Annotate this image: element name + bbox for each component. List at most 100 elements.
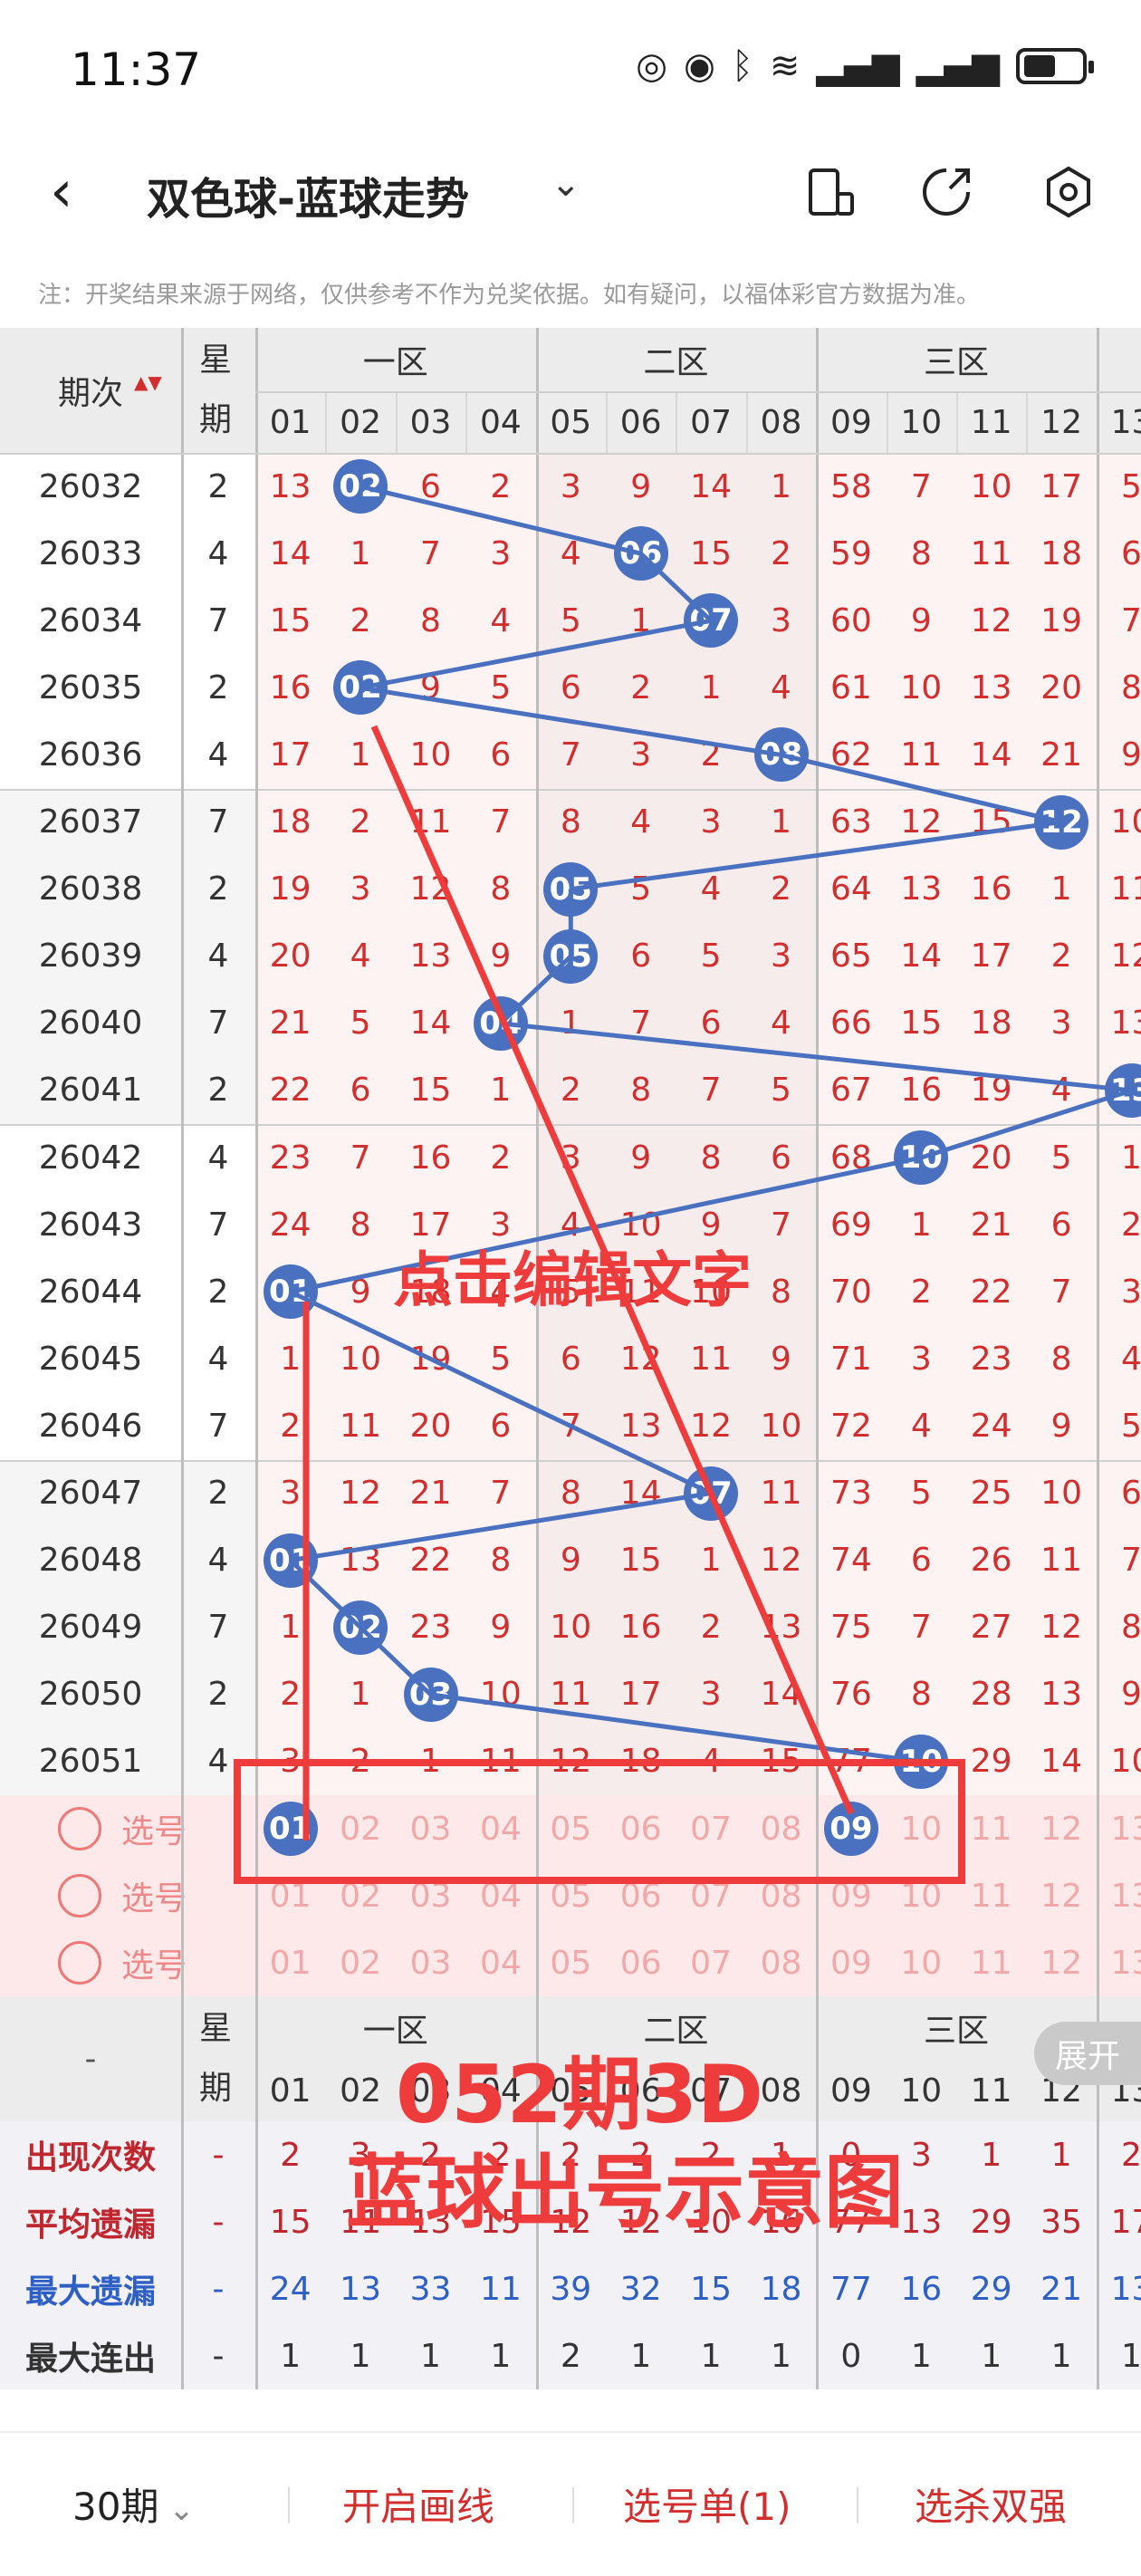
miss-value: 24 <box>970 1407 1012 1445</box>
pick-number[interactable]: 13 <box>1097 1929 1141 1996</box>
pick-number[interactable]: 10 <box>887 1795 956 1862</box>
pick-number[interactable]: 11 <box>956 1862 1026 1929</box>
pick-number[interactable]: 08 <box>746 1929 816 1996</box>
pick-number[interactable]: 11 <box>956 1929 1026 1996</box>
miss-value: 1 <box>350 1676 371 1714</box>
pick-number[interactable]: 01 <box>255 1862 325 1929</box>
pick-number[interactable]: 06 <box>606 1795 676 1862</box>
back-icon[interactable]: ‹ <box>50 160 104 224</box>
pick-number[interactable]: 11 <box>956 1795 1026 1862</box>
stat-value: 1 <box>420 2337 441 2375</box>
miss-value: 63 <box>829 803 872 841</box>
issue-cell: 26047 <box>38 1475 143 1513</box>
pick-number[interactable]: 12 <box>1026 1795 1096 1862</box>
pick-label[interactable]: 选号 <box>109 1862 199 1929</box>
issue-cell: 26046 <box>38 1407 143 1445</box>
miss-value: 62 <box>829 735 872 774</box>
pick-number[interactable]: 12 <box>1026 1929 1096 1996</box>
miss-value: 2 <box>771 870 791 908</box>
kill-button[interactable]: 选杀双强 <box>915 2476 1067 2532</box>
miss-value: 2 <box>280 1407 302 1445</box>
miss-value: 8 <box>1121 668 1141 706</box>
selected-ball[interactable]: 01 <box>263 1802 318 1856</box>
issue-cell: 26034 <box>38 601 143 639</box>
pick-list-button[interactable]: 选号单(1) <box>623 2476 791 2532</box>
pick-number[interactable]: 02 <box>325 1862 395 1929</box>
pick-label[interactable]: 选号 <box>109 1795 199 1862</box>
sort-icon[interactable]: ▲▼ <box>134 373 162 409</box>
radio-circle[interactable] <box>58 1807 101 1850</box>
pick-number[interactable]: 07 <box>676 1929 745 1996</box>
miss-value: 12 <box>900 803 943 841</box>
pick-number[interactable]: 06 <box>606 1862 676 1929</box>
miss-value: 2 <box>490 1139 512 1177</box>
pick-number[interactable]: 02 <box>325 1929 395 1996</box>
miss-value: 77 <box>829 1743 872 1781</box>
stat-value: 1 <box>350 2337 371 2375</box>
miss-value: 2 <box>490 467 512 505</box>
pick-number[interactable]: 05 <box>536 1795 606 1862</box>
selected-ball[interactable]: 09 <box>823 1802 878 1856</box>
pick-number[interactable]: 08 <box>746 1795 816 1862</box>
pick-number[interactable]: 04 <box>465 1862 535 1929</box>
share-icon[interactable] <box>917 163 975 221</box>
stat-value: 15 <box>690 2270 732 2308</box>
chevron-down-icon[interactable]: ⌄ <box>551 163 581 205</box>
pick-number[interactable]: 03 <box>396 1862 465 1929</box>
pick-number[interactable]: 05 <box>536 1929 606 1996</box>
pick-number[interactable]: 07 <box>676 1795 745 1862</box>
pick-number[interactable]: 06 <box>606 1929 676 1996</box>
period-select[interactable]: 30期 ⌄ <box>72 2476 195 2532</box>
pick-number[interactable]: 08 <box>746 1862 816 1929</box>
zone-header: 三区 <box>923 344 989 381</box>
miss-value: 4 <box>700 1743 722 1781</box>
pick-number[interactable]: 01 <box>255 1929 325 1996</box>
pick-number[interactable]: 13 <box>1097 1862 1141 1929</box>
miss-value: 2 <box>1121 1206 1141 1244</box>
miss-value: 5 <box>1121 1407 1141 1445</box>
pick-number[interactable]: 03 <box>396 1929 465 1996</box>
eye-icon: ◉ <box>683 45 715 87</box>
phone-rotate-icon[interactable] <box>801 163 859 221</box>
miss-value: 60 <box>829 601 872 639</box>
miss-value: 22 <box>970 1273 1012 1311</box>
issue-cell: 26051 <box>38 1743 143 1781</box>
pick-number[interactable]: 04 <box>465 1795 535 1862</box>
miss-value: 3 <box>771 601 791 639</box>
miss-value: 67 <box>829 1072 872 1110</box>
zone-header: 二区 <box>643 344 709 381</box>
stat-value: 2 <box>560 2337 581 2375</box>
radio-circle[interactable] <box>58 1874 101 1918</box>
miss-value: 6 <box>1121 1475 1141 1513</box>
edit-text-annotation[interactable]: 点击编辑文字 <box>328 1232 817 1319</box>
disclaimer-notice: 注：开奖结果来源于网络，仅供参考不作为兑奖依据。如有疑问，以福体彩官方数据为准。 <box>38 282 981 309</box>
miss-value: 8 <box>1121 1609 1141 1647</box>
pick-number[interactable]: 09 <box>816 1929 886 1996</box>
pick-number[interactable]: 03 <box>396 1795 465 1862</box>
radio-circle[interactable] <box>58 1941 101 1985</box>
week-cell: 7 <box>207 1206 229 1244</box>
miss-value: 15 <box>409 1072 452 1110</box>
pick-number[interactable]: 02 <box>325 1795 395 1862</box>
pick-number[interactable]: 10 <box>887 1929 956 1996</box>
pick-number[interactable]: 05 <box>536 1862 606 1929</box>
pick-number[interactable]: 12 <box>1026 1862 1096 1929</box>
pick-label[interactable]: 选号 <box>109 1929 199 1996</box>
stat-label: 最大连出 <box>24 2341 156 2378</box>
page-title[interactable]: 双色球-蓝球走势 <box>147 163 469 226</box>
pick-number[interactable]: 07 <box>676 1862 745 1929</box>
draw-line-button[interactable]: 开启画线 <box>342 2476 494 2532</box>
miss-value: 3 <box>280 1743 302 1781</box>
pick-number[interactable]: 09 <box>816 1862 886 1929</box>
pick-number[interactable]: 13 <box>1097 1795 1141 1862</box>
settings-icon[interactable] <box>1040 163 1098 221</box>
pick-number[interactable]: 04 <box>465 1929 535 1996</box>
miss-value: 3 <box>700 803 722 841</box>
expand-button[interactable]: 展开 <box>1034 2022 1141 2085</box>
stat-value: 1 <box>1121 2337 1141 2375</box>
issue-cell: 26037 <box>38 803 143 841</box>
column-number: 01 <box>269 403 312 441</box>
pick-number[interactable]: 10 <box>887 1862 956 1929</box>
miss-value: 16 <box>900 1072 943 1110</box>
week-cell: 7 <box>207 1004 229 1043</box>
